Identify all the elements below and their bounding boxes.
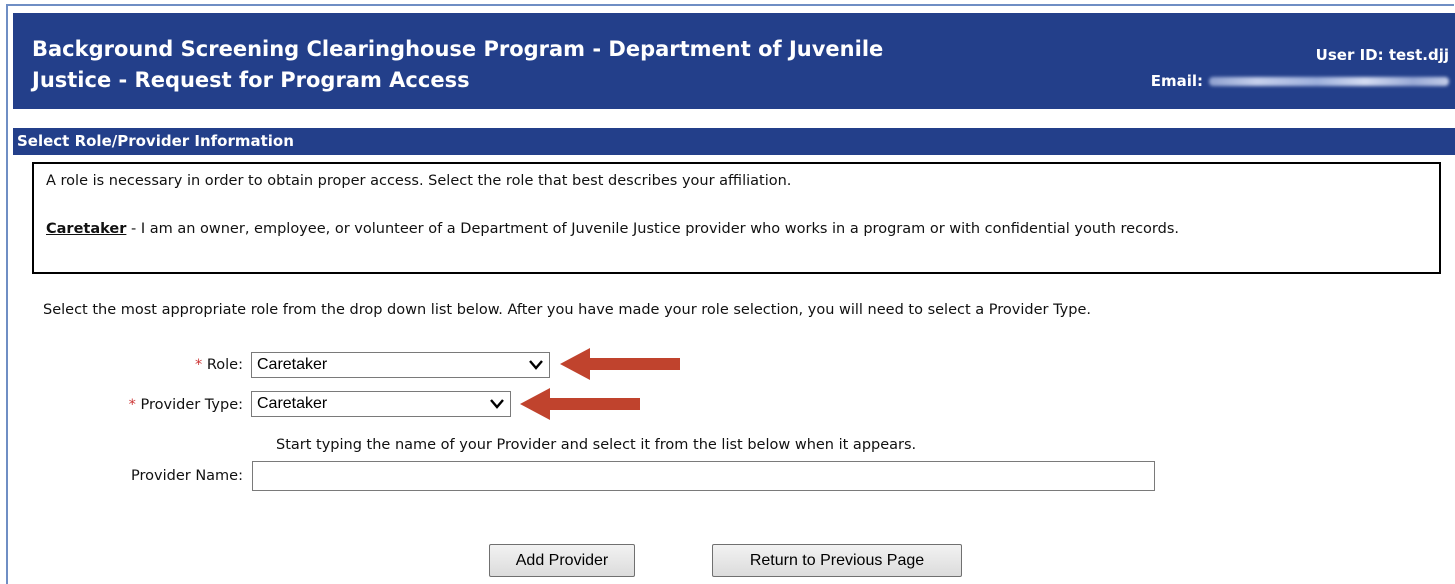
provider-type-label-text: Provider Type: bbox=[140, 397, 244, 413]
add-provider-button[interactable]: Add Provider bbox=[489, 544, 635, 577]
role-selected-value: Caretaker bbox=[257, 356, 328, 373]
provider-type-selected-value: Caretaker bbox=[257, 395, 328, 412]
provider-name-label: Provider Name: bbox=[131, 468, 243, 484]
provider-search-hint: Start typing the name of your Provider a… bbox=[276, 437, 917, 453]
section-header: Select Role/Provider Information bbox=[13, 128, 1455, 155]
caretaker-desc-text: - I am an owner, employee, or volunteer … bbox=[126, 221, 1179, 237]
role-label: * Role: bbox=[3, 357, 243, 373]
provider-name-input[interactable] bbox=[252, 461, 1155, 491]
provider-type-select[interactable]: Caretaker bbox=[251, 391, 511, 417]
arrow-left-icon bbox=[520, 388, 640, 420]
arrow-left-icon bbox=[560, 348, 680, 380]
user-info: User ID: test.djj Email: bbox=[1151, 42, 1449, 94]
role-intro-text: A role is necessary in order to obtain p… bbox=[46, 173, 792, 189]
email-label: Email: bbox=[1150, 72, 1203, 90]
page-title: Background Screening Clearinghouse Progr… bbox=[32, 37, 884, 92]
chevron-down-icon bbox=[529, 353, 543, 385]
required-marker: * bbox=[195, 357, 203, 373]
user-email: Email: bbox=[1151, 68, 1449, 94]
role-select[interactable]: Caretaker bbox=[251, 352, 550, 378]
provider-type-label: * Provider Type: bbox=[3, 397, 243, 413]
caretaker-description: Caretaker - I am an owner, employee, or … bbox=[46, 217, 1406, 241]
user-id: User ID: test.djj bbox=[1315, 46, 1449, 64]
return-previous-page-button[interactable]: Return to Previous Page bbox=[712, 544, 962, 577]
chevron-down-icon bbox=[490, 392, 504, 424]
required-marker: * bbox=[128, 397, 136, 413]
role-label-text: Role: bbox=[206, 357, 243, 373]
email-redacted bbox=[1209, 77, 1449, 86]
role-info-box: A role is necessary in order to obtain p… bbox=[32, 162, 1441, 274]
page-header: Background Screening Clearinghouse Progr… bbox=[13, 13, 1455, 109]
role-instruction: Select the most appropriate role from th… bbox=[43, 302, 1091, 318]
caretaker-term: Caretaker bbox=[46, 221, 127, 237]
